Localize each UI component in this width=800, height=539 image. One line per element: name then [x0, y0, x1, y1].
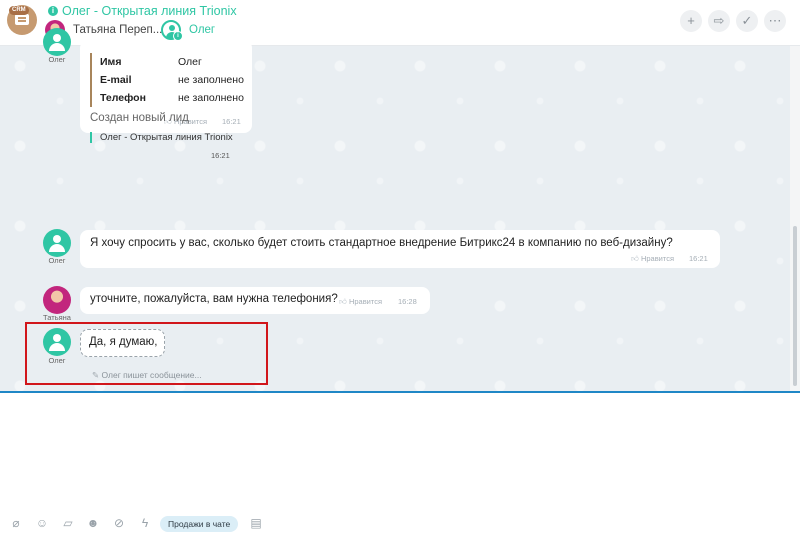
finish-button[interactable]: ✓ — [736, 10, 758, 32]
avatar[interactable] — [43, 229, 71, 257]
participant-name: Олег — [189, 24, 216, 36]
document-icon[interactable]: ▤ — [249, 516, 263, 530]
message-time: 16:28 — [398, 297, 417, 306]
message-bubble: уточните, пожалуйста, вам нужна телефони… — [80, 287, 430, 314]
card-row-name: Имя Олег — [100, 56, 202, 68]
like-button[interactable]: 👍︎ Нравится — [339, 297, 382, 307]
card-row-phone: Телефон не заполнено — [100, 92, 244, 104]
transfer-button[interactable]: ⇨ — [708, 10, 730, 32]
edit-icon[interactable]: ▱ — [61, 516, 75, 530]
smile-icon[interactable]: ☻ — [86, 516, 100, 530]
message-time: 16:21 — [222, 117, 241, 126]
more-button[interactable]: ⋯ — [764, 10, 786, 32]
message-bubble: Я хочу спросить у вас, сколько будет сто… — [80, 230, 720, 268]
thumb-up-icon: 👍︎ — [631, 254, 639, 263]
forward-icon: ⇨ — [713, 13, 725, 28]
message-time: 16:21 — [689, 254, 708, 263]
author-name: Олег — [48, 256, 66, 265]
input-divider — [0, 391, 800, 393]
crm-chat-icon[interactable]: CRM — [7, 5, 37, 35]
avatar[interactable] — [43, 28, 71, 56]
chat-title[interactable]: Олег - Открытая линия Trionix — [62, 4, 237, 18]
highlight-box — [25, 322, 268, 385]
author-name: Олег — [48, 55, 66, 64]
like-button[interactable]: 👍︎ Нравится — [631, 254, 674, 264]
info-icon[interactable]: i — [48, 6, 58, 16]
message-text: уточните, пожалуйста, вам нужна телефони… — [90, 293, 338, 305]
message-text: Я хочу спросить у вас, сколько будет сто… — [90, 237, 673, 249]
sales-in-chat-button[interactable]: Продажи в чате — [160, 516, 239, 532]
card-row-email: E-mail не заполнено — [100, 74, 244, 86]
crm-badge: CRM — [9, 6, 29, 15]
attach-icon[interactable]: ⌀ — [9, 516, 23, 530]
scrollbar[interactable] — [790, 46, 800, 391]
participant-name: Татьяна Переп... — [73, 24, 163, 36]
author-name: Татьяна — [43, 313, 71, 322]
eye-off-icon[interactable]: ⊘ — [112, 516, 126, 530]
add-button[interactable]: + — [680, 10, 702, 32]
participant-oleg[interactable]: i Олег — [161, 20, 216, 41]
lead-time: 16:21 — [211, 151, 230, 160]
plus-icon: + — [687, 13, 695, 28]
lead-link[interactable]: Олег - Открытая линия Trionix — [90, 132, 233, 143]
lead-created-title: Создан новый лид — [90, 112, 189, 124]
avatar: i — [161, 20, 183, 41]
avatar[interactable] — [43, 286, 71, 314]
check-circle-icon: ✓ — [741, 13, 753, 28]
lightning-icon[interactable]: ϟ — [138, 516, 152, 530]
thumb-up-icon: 👍︎ — [339, 297, 347, 306]
user-icon[interactable]: ☺ — [35, 516, 49, 530]
more-icon: ⋯ — [768, 13, 782, 28]
